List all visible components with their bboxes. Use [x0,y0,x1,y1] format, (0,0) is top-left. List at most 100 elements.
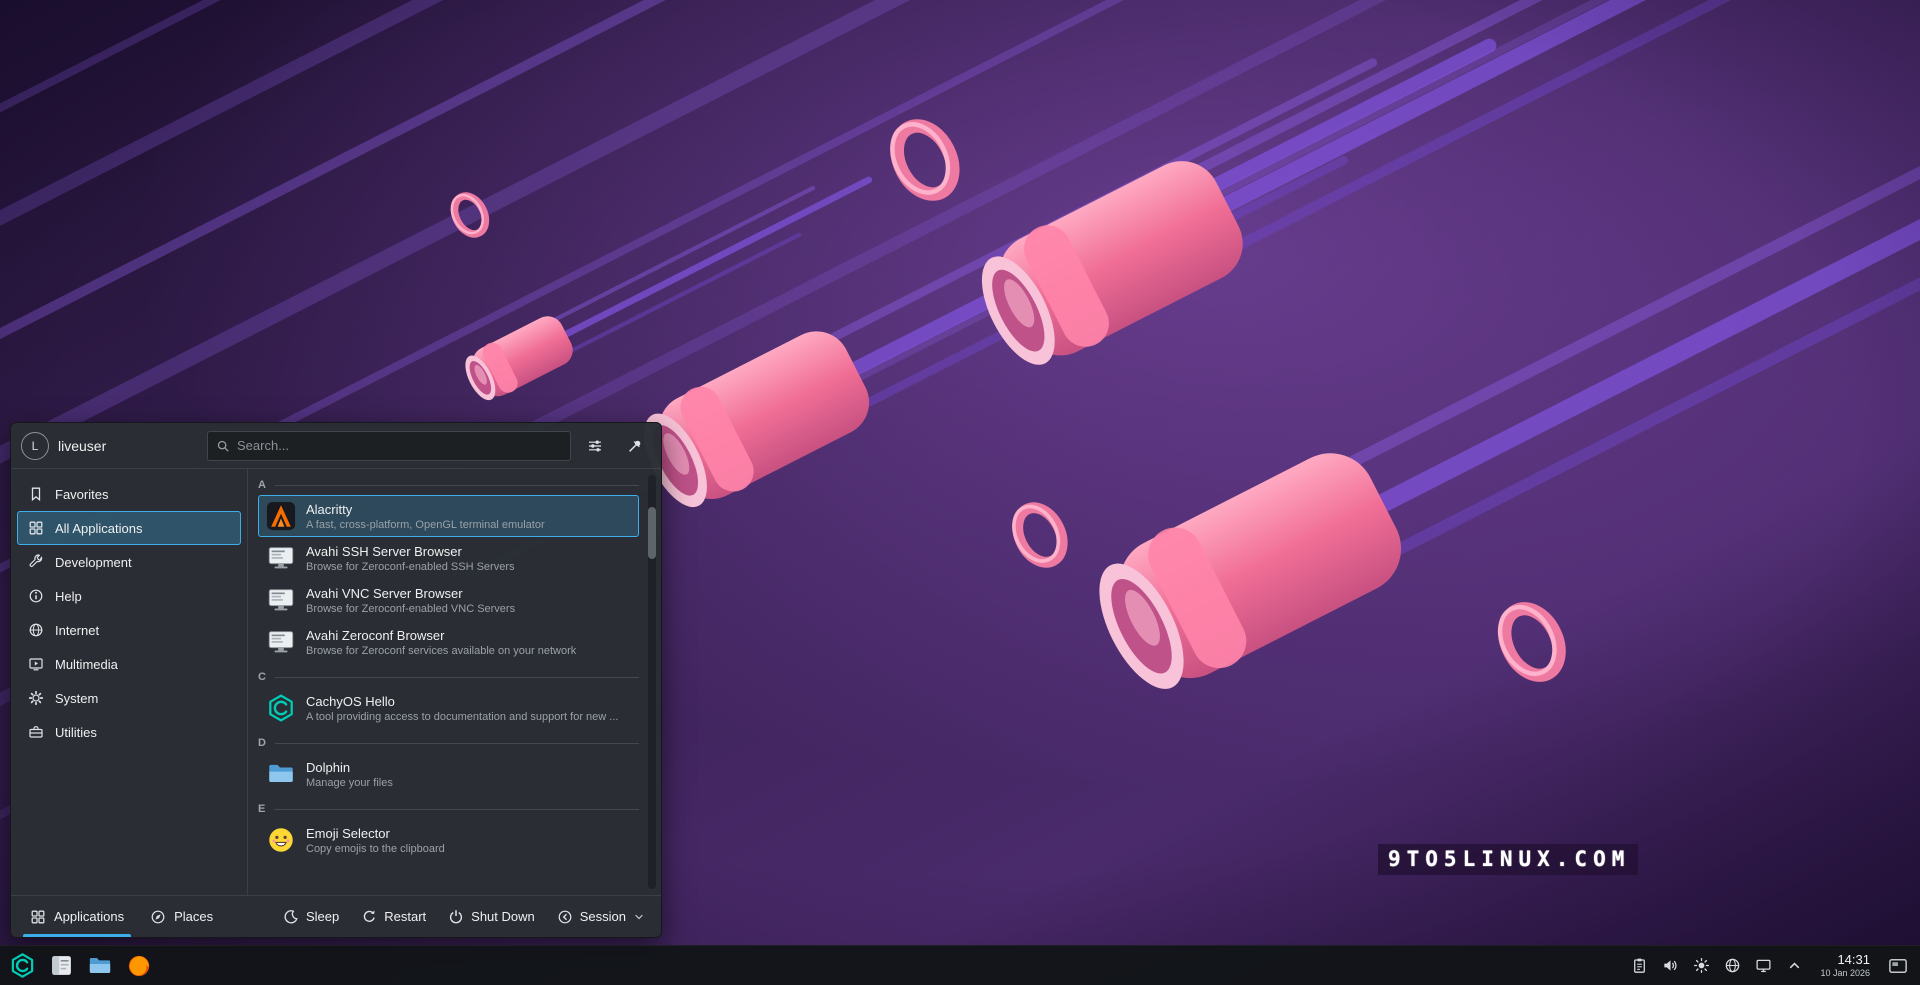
power-icon [448,909,464,925]
section-rule [274,809,639,810]
sidebar-item-favorites[interactable]: Favorites [17,477,241,511]
file-manager-icon [87,953,113,979]
clock[interactable]: 14:31 10 Jan 2026 [1820,953,1870,978]
action-label: Sleep [306,909,339,924]
avatar-initial: L [32,439,39,453]
app-item-dolphin[interactable]: Dolphin Manage your files [258,753,639,795]
restart-icon [361,909,377,925]
display-icon [1755,957,1772,974]
remote-desktop-icon [266,585,296,615]
section-header-d: D [258,733,639,753]
chevron-down-icon [633,911,645,923]
remote-desktop-icon [266,543,296,573]
app-name: Avahi SSH Server Browser [306,544,514,559]
pager-icon [1888,956,1908,976]
pin-button[interactable] [619,430,651,462]
task-button-editor[interactable] [44,949,78,983]
app-description: Browse for Zeroconf-enabled VNC Servers [306,603,515,615]
section-rule [275,677,639,678]
section-header-a: A [258,475,639,495]
shutdown-button[interactable]: Shut Down [438,902,545,932]
footer-tab-label: Applications [54,909,124,924]
sidebar-item-label: Multimedia [55,657,118,672]
section-rule [275,743,639,744]
section-letter: E [258,803,265,815]
launcher-button[interactable] [5,949,39,983]
expand-tray-button[interactable] [1781,953,1807,979]
search-icon [216,439,230,453]
app-name: Emoji Selector [306,826,445,841]
section-letter: A [258,479,266,491]
search-field[interactable] [207,431,571,461]
app-name: CachyOS Hello [306,694,618,709]
sidebar-item-label: Internet [55,623,99,638]
app-list: A AlacrittyA fast, cross-platform, OpenG… [248,469,661,895]
app-item-avahi-ssh[interactable]: Avahi SSH Server Browser Browse for Zeroc… [258,537,639,579]
task-button-firefox[interactable] [122,949,156,983]
bookmark-icon [28,486,44,502]
sidebar-item-label: Favorites [55,487,108,502]
app-description: Manage your files [306,777,393,789]
sidebar-item-label: Utilities [55,725,97,740]
moon-icon [283,909,299,925]
configure-button[interactable] [579,430,611,462]
app-item-alacritty[interactable]: AlacrittyA fast, cross-platform, OpenGL … [258,495,639,537]
clipboard-tray-button[interactable] [1626,953,1652,979]
footer-tab-places[interactable]: Places [137,896,226,937]
multimedia-icon [28,656,44,672]
brightness-tray-button[interactable] [1688,953,1714,979]
restart-button[interactable]: Restart [351,902,436,932]
launcher-body: Favorites All Applications Development H… [11,469,661,895]
action-label: Restart [384,909,426,924]
session-actions: Sleep Restart Shut Down Session [273,902,655,932]
app-description: Copy emojis to the clipboard [306,843,445,855]
utilities-icon [28,724,44,740]
app-description: Browse for Zeroconf services available o… [306,645,576,657]
show-desktop-button[interactable] [1885,953,1911,979]
sidebar-item-help[interactable]: Help [17,579,241,613]
watermark: 9TO5LINUX.COM [1378,844,1638,875]
user-block: L liveuser [21,432,199,460]
app-description: Browse for Zeroconf-enabled SSH Servers [306,561,514,573]
grid-icon [28,520,44,536]
app-item-emoji-selector[interactable]: Emoji Selector Copy emojis to the clipboa… [258,819,639,861]
app-item-cachyos-hello[interactable]: CachyOS Hello A tool providing access to … [258,687,639,729]
task-button-file-manager[interactable] [83,949,117,983]
sidebar-item-development[interactable]: Development [17,545,241,579]
taskbar-panel: 14:31 10 Jan 2026 [0,945,1920,985]
volume-tray-button[interactable] [1657,953,1683,979]
action-label: Shut Down [471,909,535,924]
session-icon [557,909,573,925]
app-item-avahi-zeroconf[interactable]: Avahi Zeroconf BrowserBrowse for Zerocon… [258,621,639,663]
wrench-icon [28,554,44,570]
app-name: Dolphin [306,760,393,775]
session-button[interactable]: Session [547,902,655,932]
app-item-avahi-vnc[interactable]: Avahi VNC Server BrowserBrowse for Zeroc… [258,579,639,621]
sidebar-item-label: Development [55,555,132,570]
pin-icon [627,438,643,454]
sleep-button[interactable]: Sleep [273,902,349,932]
gear-icon [28,690,44,706]
sidebar-item-system[interactable]: System [17,681,241,715]
section-header-e: E [258,799,639,819]
network-tray-button[interactable] [1719,953,1745,979]
search-input[interactable] [237,438,562,453]
application-launcher: L liveuser [10,422,662,938]
section-letter: D [258,737,266,749]
app-description: A tool providing access to documentation… [306,711,618,723]
sidebar-item-internet[interactable]: Internet [17,613,241,647]
section-letter: C [258,671,266,683]
scrollbar-thumb[interactable] [648,507,656,559]
footer-tab-applications[interactable]: Applications [17,896,137,937]
sidebar-item-all-applications[interactable]: All Applications [17,511,241,545]
action-label: Session [580,909,626,924]
emoji-icon [266,825,296,855]
sidebar-item-multimedia[interactable]: Multimedia [17,647,241,681]
avatar[interactable]: L [21,432,49,460]
scrollbar-track[interactable] [648,475,656,889]
display-tray-button[interactable] [1750,953,1776,979]
remote-desktop-icon [266,627,296,657]
clipboard-icon [1631,957,1648,974]
sidebar-item-utilities[interactable]: Utilities [17,715,241,749]
launcher-header: L liveuser [11,423,661,469]
